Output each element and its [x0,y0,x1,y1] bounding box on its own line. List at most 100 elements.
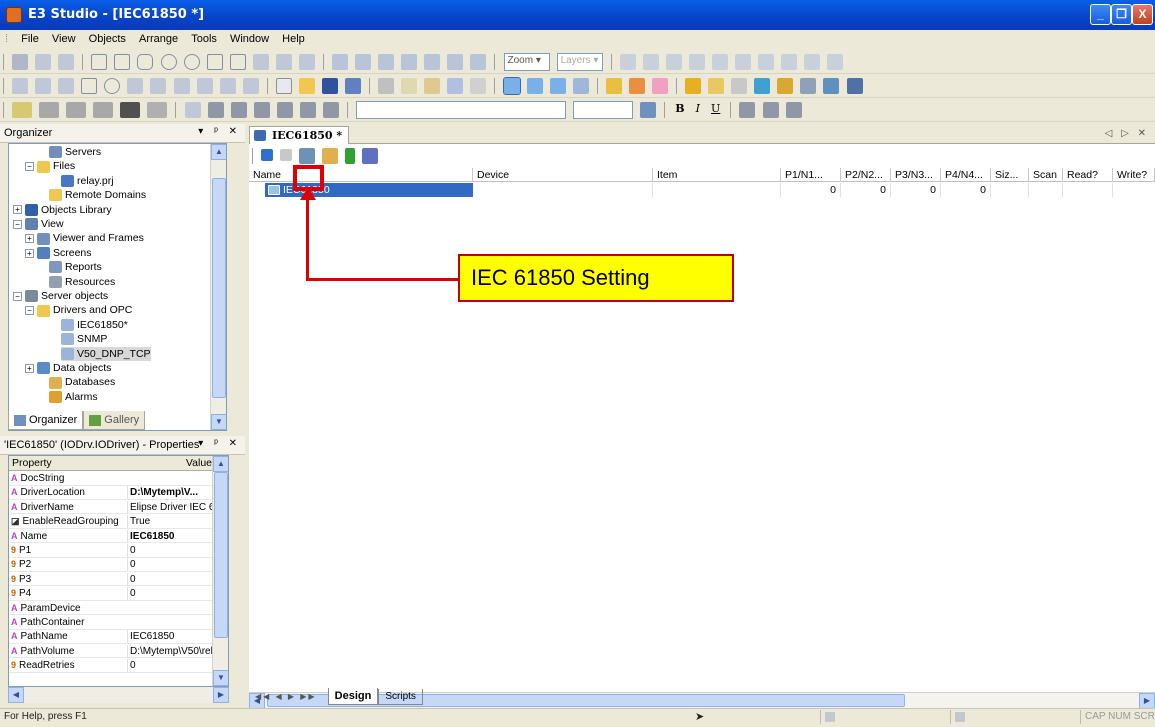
expander-icon[interactable]: − [25,162,34,172]
property-row[interactable]: 9 ReadRetries 0 [9,659,228,673]
row-device-cell[interactable] [473,183,653,197]
tree-item[interactable]: + Data objects [25,361,111,375]
align-text-right-icon[interactable] [785,102,802,118]
border-style-icon[interactable] [230,102,247,118]
checkbox-control-icon[interactable] [81,78,98,94]
tree-item[interactable]: − Drivers and OPC [25,303,132,317]
center-icon[interactable] [758,54,775,70]
tree-item[interactable]: − Files [25,159,75,173]
tree-item[interactable]: − View [13,217,64,231]
menu-arrange[interactable]: Arrange [134,30,183,48]
new-file-icon[interactable] [275,78,292,94]
print-icon[interactable] [800,78,817,94]
row-p1-cell[interactable]: 0 [781,183,841,197]
properties-toggle-icon[interactable] [549,78,566,94]
organizer-controls[interactable]: ▾ ᵖ ✕ [198,126,241,137]
column-header[interactable]: Read? [1063,168,1113,182]
add-tag-icon[interactable] [261,149,274,161]
align-top-icon[interactable] [378,54,395,70]
row-scan-cell[interactable] [1029,183,1063,197]
align-text-center-icon[interactable] [762,102,779,118]
ellipse-tool-icon[interactable] [160,54,177,70]
picture-tool-icon[interactable] [275,54,292,70]
list-control-icon[interactable] [127,78,144,94]
scroll-down-icon[interactable]: ▼ [213,670,228,686]
gallery-toggle-icon[interactable] [572,78,589,94]
rounded-rect-tool-icon[interactable] [137,54,154,70]
scroll-thumb[interactable] [212,178,226,398]
line-weight-icon[interactable] [120,102,141,118]
menu-objects[interactable]: Objects [84,30,131,48]
property-row[interactable]: A PathName IEC61850 [9,630,228,644]
align-left-icon[interactable] [332,54,348,70]
column-header[interactable]: P3/N3... [891,168,941,182]
column-header[interactable]: P4/N4... [941,168,991,182]
same-width-icon[interactable] [665,54,682,70]
tree-item[interactable]: Databases [49,375,115,389]
paste-icon[interactable] [424,78,441,94]
properties-hscrollbar[interactable]: ◀ ▶ [8,687,229,703]
column-header[interactable]: Write? [1113,168,1155,182]
arrow-style-icon[interactable] [207,102,224,118]
rotate-icon[interactable] [711,54,728,70]
delete-tag-icon[interactable] [280,149,293,161]
distribute-h-icon[interactable] [619,54,636,70]
grid-icon[interactable] [804,54,821,70]
expander-icon[interactable]: + [13,205,22,215]
property-row[interactable]: A Name IEC61850 [9,529,228,544]
align-text-left-icon[interactable] [739,102,756,118]
row-item-cell[interactable] [653,183,781,197]
line-width-icon[interactable] [66,102,87,118]
tree-item[interactable]: + Objects Library [13,203,112,217]
line-color-icon[interactable] [39,102,60,118]
ungroup-icon[interactable] [447,54,464,70]
tree-item[interactable]: Resources [49,275,115,289]
expander-icon[interactable]: − [25,306,34,316]
tab-design[interactable]: Design [327,688,379,705]
tab-iec61850[interactable]: IEC61850 * [249,126,350,144]
fill-color-icon[interactable] [12,102,33,118]
property-row[interactable]: A ParamDevice [9,602,228,616]
menu-tools[interactable]: Tools [186,30,222,48]
column-header[interactable]: Name [249,168,473,182]
text-tool-icon[interactable] [58,54,75,70]
property-row[interactable]: 9 P3 0 [9,572,228,587]
arc-tool-icon[interactable] [183,54,200,70]
properties-grid[interactable]: Property Value A DocString A DriverLocation… [8,455,229,687]
screen-icon[interactable] [846,78,863,94]
tree-item[interactable]: − Server objects [13,289,108,303]
property-row[interactable]: 9 P4 0 [9,587,228,601]
scroll-up-icon[interactable]: ▲ [211,144,226,160]
close-button[interactable]: X [1132,4,1153,25]
snap-icon[interactable] [781,54,798,70]
polygon-tool-icon[interactable] [229,54,246,70]
distribute-v-icon[interactable] [642,54,659,70]
tab-organizer[interactable]: Organizer [8,411,84,430]
help-icon[interactable] [754,78,771,94]
save-icon[interactable] [321,78,338,94]
row-read-cell[interactable] [1063,183,1113,197]
scroll-left-icon[interactable]: ◀ [8,687,24,703]
zoom-dropdown[interactable]: Zoom ▾ [503,53,550,71]
column-header[interactable]: P2/N2... [841,168,891,182]
property-row[interactable] [9,674,228,686]
column-header[interactable]: P1/N1... [781,168,841,182]
expander-icon[interactable]: + [25,248,34,258]
expander-icon[interactable]: + [25,363,34,373]
tag-browser-icon[interactable] [322,148,339,164]
italic-button[interactable]: I [696,102,700,115]
run-domain-icon[interactable] [605,78,622,94]
property-row[interactable]: A PathContainer [9,616,228,630]
expander-icon[interactable]: + [25,234,34,244]
property-row[interactable]: 9 P1 0 [9,544,228,558]
tree-item[interactable]: Servers [49,145,101,159]
frame-tool-icon[interactable] [298,54,315,70]
tab-nav-buttons[interactable]: ◀◀ ◀ ▶ ▶▶ [255,692,317,701]
line-tool-icon[interactable] [91,54,108,70]
textbox-control-icon[interactable] [12,78,29,94]
shadow-icon[interactable] [147,102,168,118]
tree-item[interactable]: + Viewer and Frames [25,231,144,245]
run-viewer-icon[interactable] [628,78,645,94]
ruler-icon[interactable] [827,54,844,70]
compile-icon[interactable] [777,78,794,94]
